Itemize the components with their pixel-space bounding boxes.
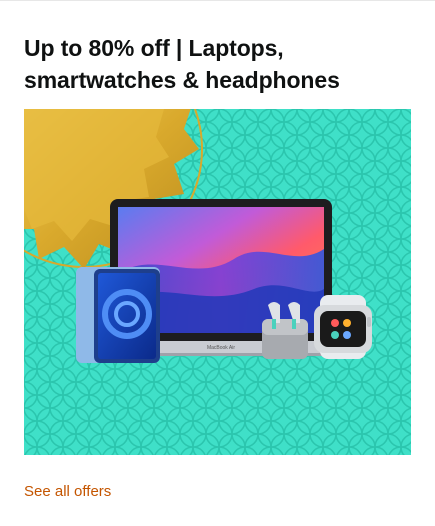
- deal-title-line-1: Up to 80% off | Laptops,: [24, 35, 284, 61]
- deal-title-line-2: smartwatches & headphones: [24, 67, 340, 93]
- promo-image[interactable]: MacBook Air: [24, 109, 411, 455]
- deal-title[interactable]: Up to 80% off | Laptops, smartwatches & …: [24, 32, 414, 96]
- deal-card: Up to 80% off | Laptops, smartwatches & …: [0, 0, 435, 526]
- see-all-offers-link[interactable]: See all offers: [24, 482, 111, 502]
- svg-text:MacBook Air: MacBook Air: [207, 345, 235, 351]
- watch-illustration: [314, 295, 372, 359]
- tablet-illustration: [76, 267, 160, 363]
- promo-illustration: MacBook Air: [24, 109, 411, 455]
